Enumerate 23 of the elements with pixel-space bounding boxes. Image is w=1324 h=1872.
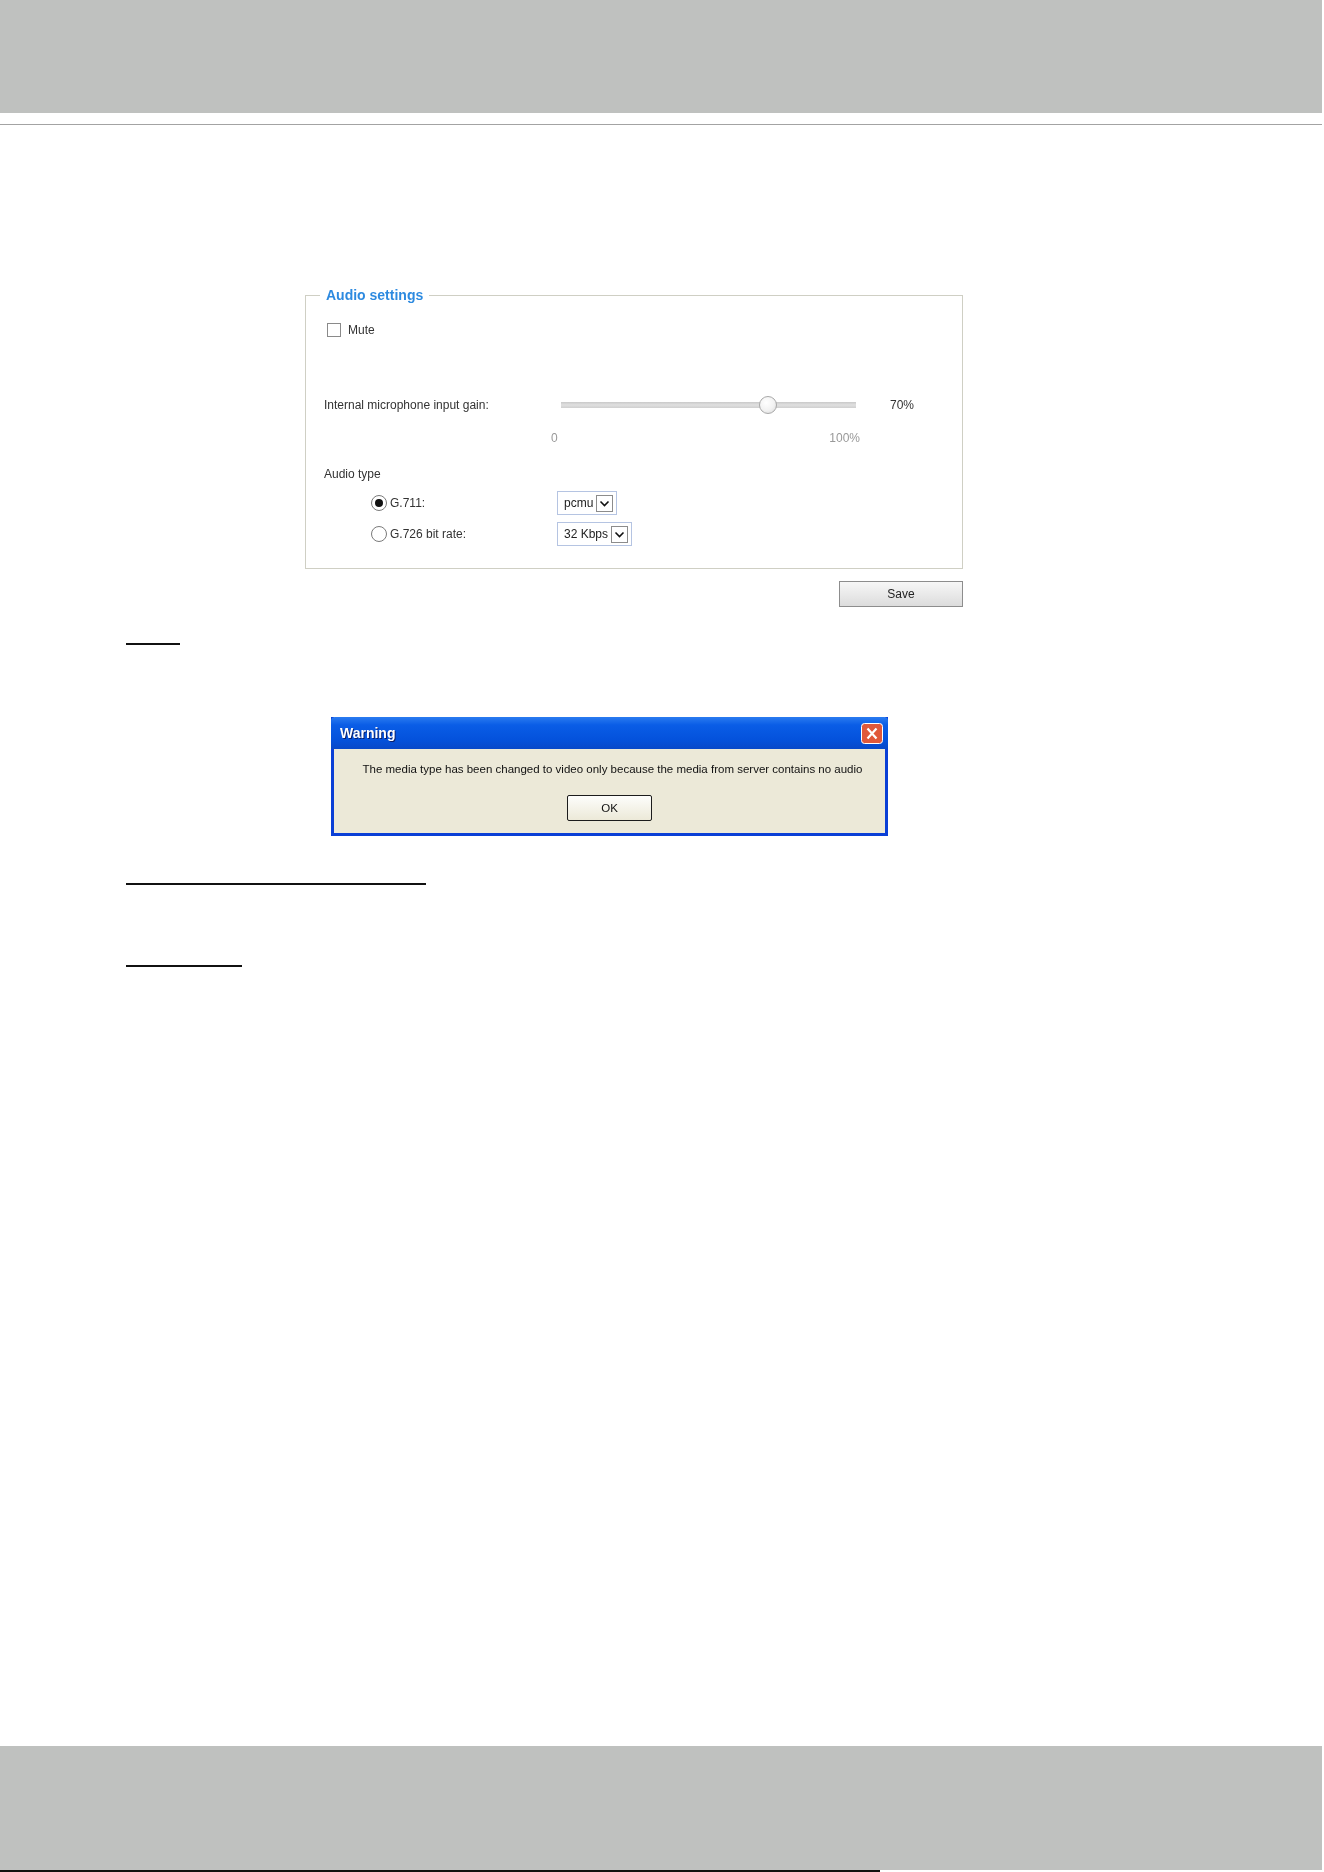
save-button[interactable]: Save: [839, 581, 963, 607]
chevron-down-icon: [611, 525, 629, 543]
gain-label: Internal microphone input gain:: [324, 398, 490, 412]
min-label: 0: [551, 431, 558, 445]
close-button[interactable]: [861, 722, 883, 744]
radio-button[interactable]: [371, 495, 387, 511]
codec-dropdown[interactable]: pcmu: [557, 491, 618, 515]
mute-label: Mute: [348, 323, 375, 337]
radio-button[interactable]: [371, 526, 387, 542]
dialog-message: The media type has been changed to video only because the media from server contains no audio: [361, 762, 863, 776]
mute-checkbox[interactable]: [327, 323, 341, 337]
max-label: 100%: [829, 431, 860, 445]
panel-title: Audio settings: [325, 287, 425, 303]
gain-reading: 70%: [890, 398, 916, 412]
codec-label: G.726 bit rate:: [390, 527, 467, 541]
dialog-title: Warning: [340, 725, 396, 741]
audio-type-label: Audio type: [324, 467, 382, 481]
ok-button[interactable]: OK: [567, 795, 652, 821]
codec-dropdown[interactable]: 32 Kbps: [557, 522, 633, 546]
close-icon: [861, 722, 883, 744]
chevron-down-icon: [596, 494, 614, 512]
slider-thumb[interactable]: [758, 396, 777, 414]
codec-label: G.711:: [390, 496, 426, 510]
